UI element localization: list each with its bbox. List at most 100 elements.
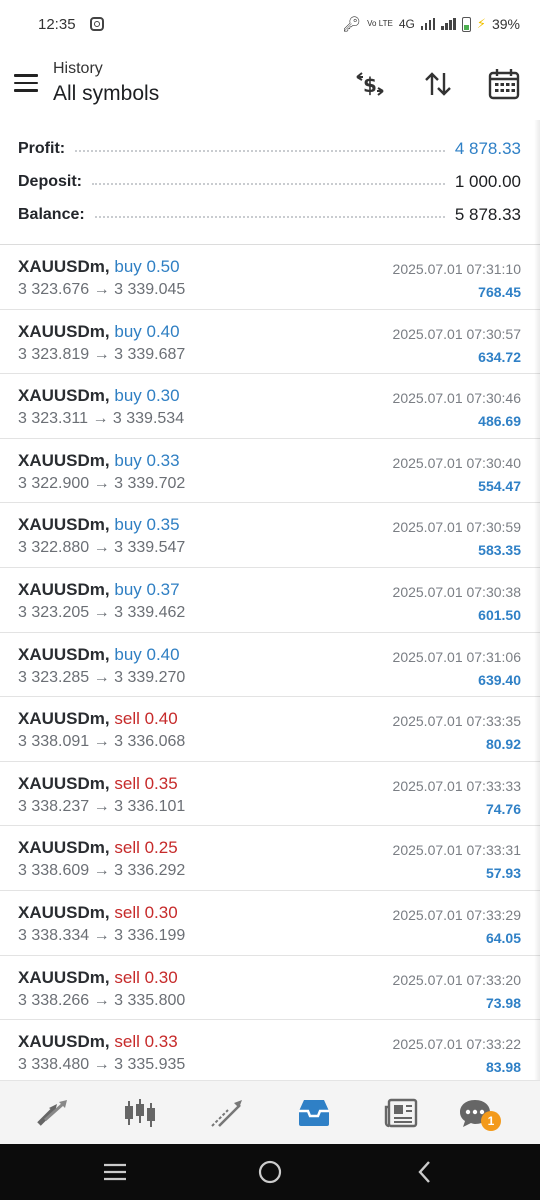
deal-row[interactable]: XAUUSDm, buy 0.33 3 322.900 → 3 339.702 20… [0,439,540,504]
deal-row[interactable]: XAUUSDm, sell 0.25 3 338.609 → 3 336.292 2… [0,826,540,891]
arrow-right-icon: → [92,410,109,428]
instagram-icon [89,17,104,31]
dot-leader [75,150,445,152]
recent-apps-icon[interactable] [100,1158,130,1186]
deal-profit: 554.47 [478,477,521,494]
deal-profit: 583.35 [478,542,521,559]
deal-open-price: 3 338.091 [18,733,90,751]
calendar-icon[interactable] [486,66,522,102]
dollar-exchange-icon[interactable]: $ [352,66,388,102]
quotes-arrows-icon[interactable] [33,1093,73,1133]
deal-close-price: 3 339.547 [114,539,186,557]
deal-symbol: XAUUSDm, [18,773,110,793]
battery-icon [461,16,471,32]
deal-row[interactable]: XAUUSDm, sell 0.40 3 338.091 → 3 336.068 2… [0,697,540,762]
deal-close-price: 3 339.702 [114,474,186,492]
deal-symbol-line: XAUUSDm, sell 0.40 [18,709,178,729]
deal-symbol-line: XAUUSDm, buy 0.33 [18,451,180,471]
chat-bubble-icon[interactable]: 1 [455,1093,501,1133]
deal-time: 2025.07.01 07:30:46 [392,390,521,407]
inbox-tray-icon[interactable] [294,1093,334,1133]
deal-row[interactable]: XAUUSDm, buy 0.30 3 323.311 → 3 339.534 20… [0,374,540,439]
deal-symbol-line: XAUUSDm, buy 0.30 [18,386,180,406]
deal-row[interactable]: XAUUSDm, buy 0.35 3 322.880 → 3 339.547 20… [0,503,540,568]
newspaper-icon[interactable] [381,1093,421,1133]
sort-icon[interactable] [420,66,456,102]
arrow-right-icon: → [93,733,110,751]
deal-symbol: XAUUSDm, [18,644,110,664]
deal-symbol: XAUUSDm, [18,515,110,535]
deal-symbol: XAUUSDm, [18,579,110,599]
candlestick-icon[interactable] [120,1093,160,1133]
deal-prices: 3 338.334 → 3 336.199 [18,927,185,945]
deal-type: sell 0.30 [114,967,178,987]
menu-icon[interactable] [14,74,38,92]
deal-prices: 3 322.900 → 3 339.702 [18,475,185,493]
system-nav-bar [0,1144,540,1200]
deal-type: sell 0.30 [114,902,178,922]
charging-icon: ⚡︎ [476,16,486,31]
deal-time: 2025.07.01 07:31:06 [392,648,521,665]
deal-symbol: XAUUSDm, [18,838,110,858]
deal-close-price: 3 335.935 [114,1056,186,1074]
deal-time: 2025.07.01 07:33:22 [392,1036,521,1053]
arrow-right-icon: → [93,281,110,298]
deal-symbol: XAUUSDm, [18,902,110,922]
deal-open-price: 3 338.237 [18,797,90,815]
deal-time: 2025.07.01 07:30:40 [392,454,521,471]
deal-profit: 639.40 [478,671,521,688]
summary-value: 1 000.00 [454,172,521,191]
deal-row[interactable]: XAUUSDm, sell 0.30 3 338.266 → 3 335.800 2… [0,956,540,1021]
bottom-nav: 1 [0,1080,540,1144]
arrow-right-icon: → [93,991,110,1009]
deal-open-price: 3 323.205 [18,603,90,621]
deal-row[interactable]: XAUUSDm, sell 0.35 3 338.237 → 3 336.101 2… [0,762,540,827]
deal-prices: 3 338.480 → 3 335.935 [18,1056,185,1074]
deal-row[interactable]: XAUUSDm, buy 0.37 3 323.205 → 3 339.462 20… [0,568,540,633]
deal-row[interactable]: XAUUSDm, buy 0.40 3 323.819 → 3 339.687 20… [0,310,540,375]
deal-prices: 3 323.819 → 3 339.687 [18,346,185,364]
deal-symbol-line: XAUUSDm, buy 0.50 [18,257,180,277]
deal-symbol-line: XAUUSDm, buy 0.37 [18,580,180,600]
deal-symbol: XAUUSDm, [18,321,110,341]
deal-type: buy 0.37 [114,579,180,599]
deal-row[interactable]: XAUUSDm, buy 0.50 3 323.676 → 3 339.045 20… [0,245,540,310]
deal-time: 2025.07.01 07:30:57 [392,325,521,342]
deal-type: sell 0.33 [114,1032,178,1052]
key-icon: 🔑︎ [342,16,362,33]
deal-row[interactable]: XAUUSDm, sell 0.30 3 338.334 → 3 336.199 2… [0,891,540,956]
deal-row[interactable]: XAUUSDm, buy 0.40 3 323.285 → 3 339.270 20… [0,633,540,698]
summary-panel: Profit: 4 878.33 Deposit: 1 000.00 Balan… [0,132,540,245]
summary-label: Deposit: [18,173,82,190]
arrow-right-icon: → [93,1056,110,1074]
deal-symbol-line: XAUUSDm, sell 0.25 [18,838,178,858]
back-icon[interactable] [410,1158,440,1186]
deal-type: buy 0.50 [114,257,180,276]
home-icon[interactable] [255,1158,285,1186]
arrow-right-icon: → [93,603,110,621]
deal-type: buy 0.40 [114,644,180,664]
summary-balance: Balance: 5 878.33 [18,200,521,230]
deal-type: buy 0.35 [114,515,180,535]
deal-open-price: 3 323.819 [18,345,90,363]
summary-label: Profit: [18,140,66,157]
deal-open-price: 3 322.900 [18,474,90,492]
arrow-right-icon: → [93,474,110,492]
page-title[interactable]: All symbols [53,82,159,106]
deal-open-price: 3 338.334 [18,926,90,944]
app-header: History All symbols $ [0,48,540,120]
trade-line-icon[interactable] [207,1093,247,1133]
deal-time: 2025.07.01 07:30:59 [392,519,521,536]
deal-open-price: 3 338.266 [18,991,90,1009]
deal-prices: 3 338.091 → 3 336.068 [18,733,185,751]
deal-profit: 486.69 [478,413,521,430]
deal-profit: 768.45 [478,284,521,300]
summary-value: 5 878.33 [454,205,521,224]
arrow-right-icon: → [93,926,110,944]
dot-leader [92,183,445,185]
deal-type: buy 0.33 [114,450,180,470]
deal-time: 2025.07.01 07:33:35 [392,713,521,730]
deal-row[interactable]: XAUUSDm, sell 0.33 3 338.480 → 3 335.935 2… [0,1020,540,1085]
arrow-right-icon: → [93,797,110,815]
deal-close-price: 3 336.292 [114,862,186,880]
